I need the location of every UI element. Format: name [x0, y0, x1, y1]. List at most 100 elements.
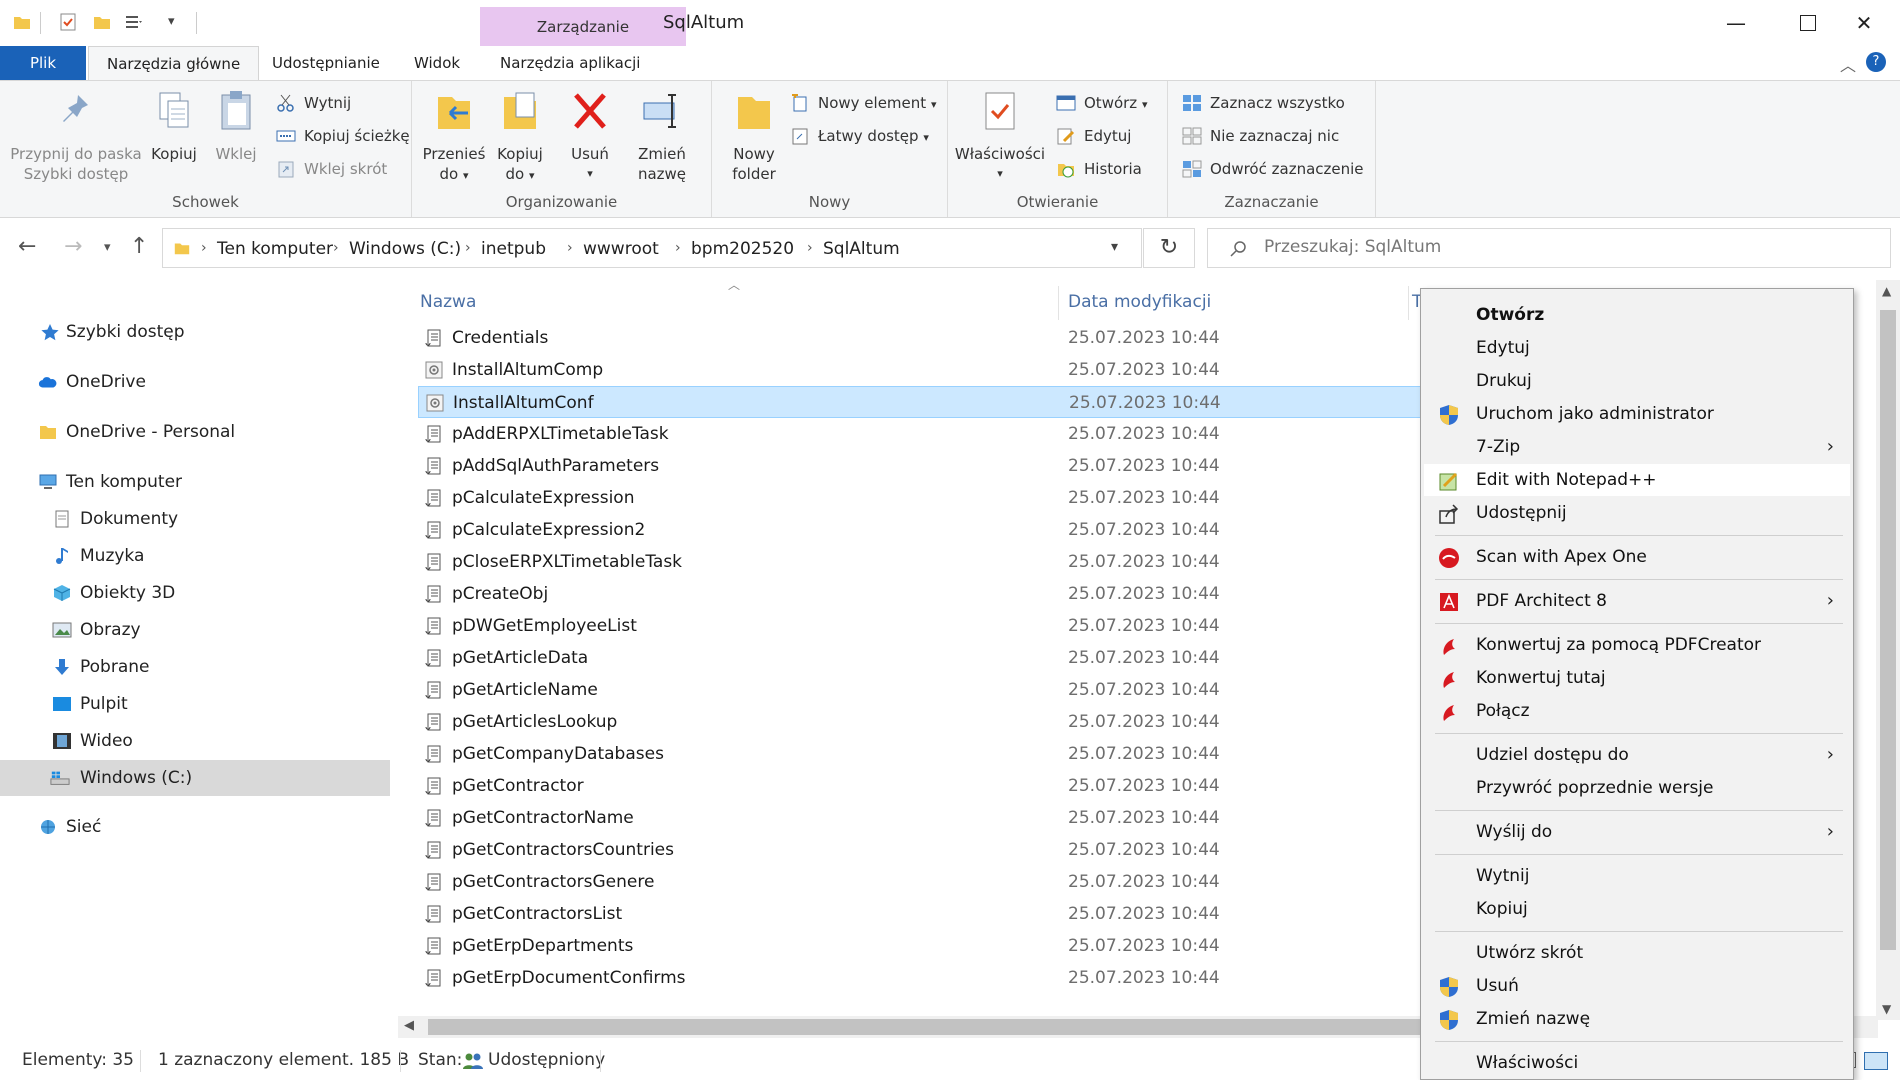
search-box[interactable]	[1207, 228, 1891, 268]
breadcrumb-separator[interactable]: ›	[333, 240, 339, 256]
invert-selection-button[interactable]: Odwróć zaznaczenie	[1182, 155, 1364, 183]
large-icons-view-icon[interactable]	[1864, 1052, 1888, 1070]
up-arrow-icon[interactable]: ↑	[130, 234, 148, 259]
close-button[interactable]: ✕	[1828, 0, 1900, 46]
minimize-button[interactable]: —	[1700, 0, 1772, 46]
history-button[interactable]: Historia	[1056, 155, 1142, 183]
nav-onedrive-personal[interactable]: OneDrive - Personal	[0, 414, 390, 450]
menu-item-properties[interactable]: Właściwości	[1424, 1047, 1850, 1079]
column-divider[interactable]	[1408, 286, 1409, 320]
rename-button[interactable]: Zmień nazwę	[622, 89, 702, 184]
scroll-up-icon[interactable]: ▲	[1882, 284, 1891, 298]
breadcrumb-this-pc[interactable]: Ten komputer	[217, 239, 333, 259]
back-arrow-icon[interactable]: ←	[18, 234, 36, 259]
copy-path-button[interactable]: Kopiuj ścieżkę	[276, 122, 410, 150]
nav-this-pc[interactable]: Ten komputer	[0, 464, 390, 500]
menu-item-run-as-admin[interactable]: Uruchom jako administrator	[1424, 398, 1850, 430]
new-item-button[interactable]: Nowy element ▾	[790, 89, 936, 117]
menu-item-convert-here[interactable]: Konwertuj tutaj	[1424, 662, 1850, 694]
tab-app-tools[interactable]: Narzędzia aplikacji	[482, 46, 658, 80]
nav-desktop[interactable]: Pulpit	[0, 686, 390, 722]
menu-item-send-to[interactable]: Wyślij do ›	[1424, 816, 1850, 848]
address-dropdown-icon[interactable]: ▾	[1111, 239, 1118, 255]
vertical-scrollbar[interactable]: ▲ ▼	[1876, 280, 1900, 1020]
menu-item-restore-versions[interactable]: Przywróć poprzednie wersje	[1424, 772, 1850, 804]
menu-item-edit[interactable]: Edytuj	[1424, 332, 1850, 364]
breadcrumb-inetpub[interactable]: inetpub	[481, 239, 546, 259]
move-to-button[interactable]: Przenieś do ▾	[422, 89, 486, 186]
properties-button[interactable]: Właściwości ▾	[952, 89, 1048, 184]
copy-to-button[interactable]: Kopiuj do ▾	[488, 89, 552, 186]
menu-item-print[interactable]: Drukuj	[1424, 365, 1850, 397]
menu-item-open[interactable]: Otwórz	[1424, 299, 1850, 331]
tab-view[interactable]: Widok	[396, 46, 478, 80]
breadcrumb-separator[interactable]: ›	[201, 240, 207, 256]
breadcrumb-windows-c[interactable]: Windows (C:)	[349, 239, 461, 259]
forward-arrow-icon[interactable]: →	[64, 234, 82, 259]
scroll-down-icon[interactable]: ▼	[1882, 1002, 1891, 1016]
qat-dropdown-icon[interactable]: ▾	[168, 14, 175, 29]
nav-music[interactable]: Muzyka	[0, 538, 390, 574]
column-header-name[interactable]: Nazwa	[420, 292, 476, 312]
breadcrumb-bpm202520[interactable]: bpm202520	[691, 239, 794, 259]
nav-windows-c[interactable]: Windows (C:)	[0, 760, 390, 796]
copy-button[interactable]: Kopiuj	[146, 89, 202, 164]
scroll-left-icon[interactable]: ◀	[404, 1018, 414, 1033]
tab-home[interactable]: Narzędzia główne	[88, 46, 260, 81]
breadcrumb-wwwroot[interactable]: wwwroot	[583, 239, 659, 259]
edit-button[interactable]: Edytuj	[1056, 122, 1131, 150]
paste-shortcut-button[interactable]: Wklej skrót	[276, 155, 387, 183]
refresh-button[interactable]: ↻	[1143, 228, 1195, 268]
address-bar[interactable]: › Ten komputer › Windows (C:) › inetpub …	[162, 228, 1142, 268]
breadcrumb-separator[interactable]: ›	[567, 240, 573, 256]
menu-item-create-shortcut[interactable]: Utwórz skrót	[1424, 937, 1850, 969]
column-divider[interactable]	[1058, 286, 1059, 320]
nav-videos[interactable]: Wideo	[0, 723, 390, 759]
menu-item-give-access[interactable]: Udziel dostępu do ›	[1424, 739, 1850, 771]
menu-item-pdf-architect[interactable]: PDF Architect 8 ›	[1424, 585, 1850, 617]
menu-item-delete[interactable]: Usuń	[1424, 970, 1850, 1002]
nav-pictures[interactable]: Obrazy	[0, 612, 390, 648]
select-all-button[interactable]: Zaznacz wszystko	[1182, 89, 1345, 117]
new-folder-button[interactable]: Nowy folder	[718, 89, 790, 184]
pin-quick-access-button[interactable]: Przypnij do paska Szybki dostęp	[8, 89, 144, 184]
paste-button[interactable]: Wklej	[206, 89, 266, 164]
nav-onedrive[interactable]: OneDrive	[0, 364, 390, 400]
help-icon[interactable]: ?	[1866, 52, 1886, 72]
breadcrumb-sqlaltum[interactable]: SqlAltum	[823, 239, 900, 259]
recent-locations-icon[interactable]: ▾	[104, 240, 111, 255]
menu-item-merge[interactable]: Połącz	[1424, 695, 1850, 727]
horizontal-scroll-thumb[interactable]	[428, 1019, 1464, 1035]
nav-quick-access[interactable]: Szybki dostęp	[0, 314, 390, 350]
menu-item-7zip[interactable]: 7-Zip ›	[1424, 431, 1850, 463]
nav-documents[interactable]: Dokumenty	[0, 501, 390, 537]
menu-item-cut[interactable]: Wytnij	[1424, 860, 1850, 892]
menu-item-share[interactable]: Udostępnij	[1424, 497, 1850, 529]
nav-downloads[interactable]: Pobrane	[0, 649, 390, 685]
breadcrumb-separator[interactable]: ›	[465, 240, 471, 256]
delete-button[interactable]: Usuń ▾	[562, 89, 618, 184]
tab-share[interactable]: Udostępnianie	[254, 46, 398, 80]
sql-script-icon	[425, 425, 441, 443]
menu-item-pdfcreator-convert[interactable]: Konwertuj za pomocą PDFCreator	[1424, 629, 1850, 661]
vertical-scroll-thumb[interactable]	[1880, 310, 1896, 950]
menu-item-notepadpp[interactable]: Edit with Notepad++	[1424, 464, 1850, 496]
breadcrumb-separator[interactable]: ›	[807, 240, 813, 256]
breadcrumb-separator[interactable]: ›	[675, 240, 681, 256]
open-button[interactable]: Otwórz ▾	[1056, 89, 1148, 117]
column-header-date[interactable]: Data modyfikacji	[1068, 292, 1211, 312]
menu-item-apex-scan[interactable]: Scan with Apex One	[1424, 541, 1850, 573]
search-input[interactable]	[1264, 237, 1864, 257]
nav-3d-objects[interactable]: Obiekty 3D	[0, 575, 390, 611]
customize-qat-icon[interactable]	[124, 12, 144, 32]
new-folder-icon[interactable]	[92, 12, 112, 32]
easy-access-button[interactable]: Łatwy dostęp ▾	[790, 122, 929, 150]
cut-button[interactable]: Wytnij	[276, 89, 351, 117]
select-none-button[interactable]: Nie zaznaczaj nic	[1182, 122, 1339, 150]
nav-network[interactable]: Sieć	[0, 809, 390, 845]
menu-item-copy[interactable]: Kopiuj	[1424, 893, 1850, 925]
menu-item-rename[interactable]: Zmień nazwę	[1424, 1003, 1850, 1035]
tab-file[interactable]: Plik	[0, 46, 86, 80]
collapse-ribbon-icon[interactable]: ︿	[1840, 52, 1856, 76]
properties-check-icon[interactable]	[58, 12, 78, 32]
